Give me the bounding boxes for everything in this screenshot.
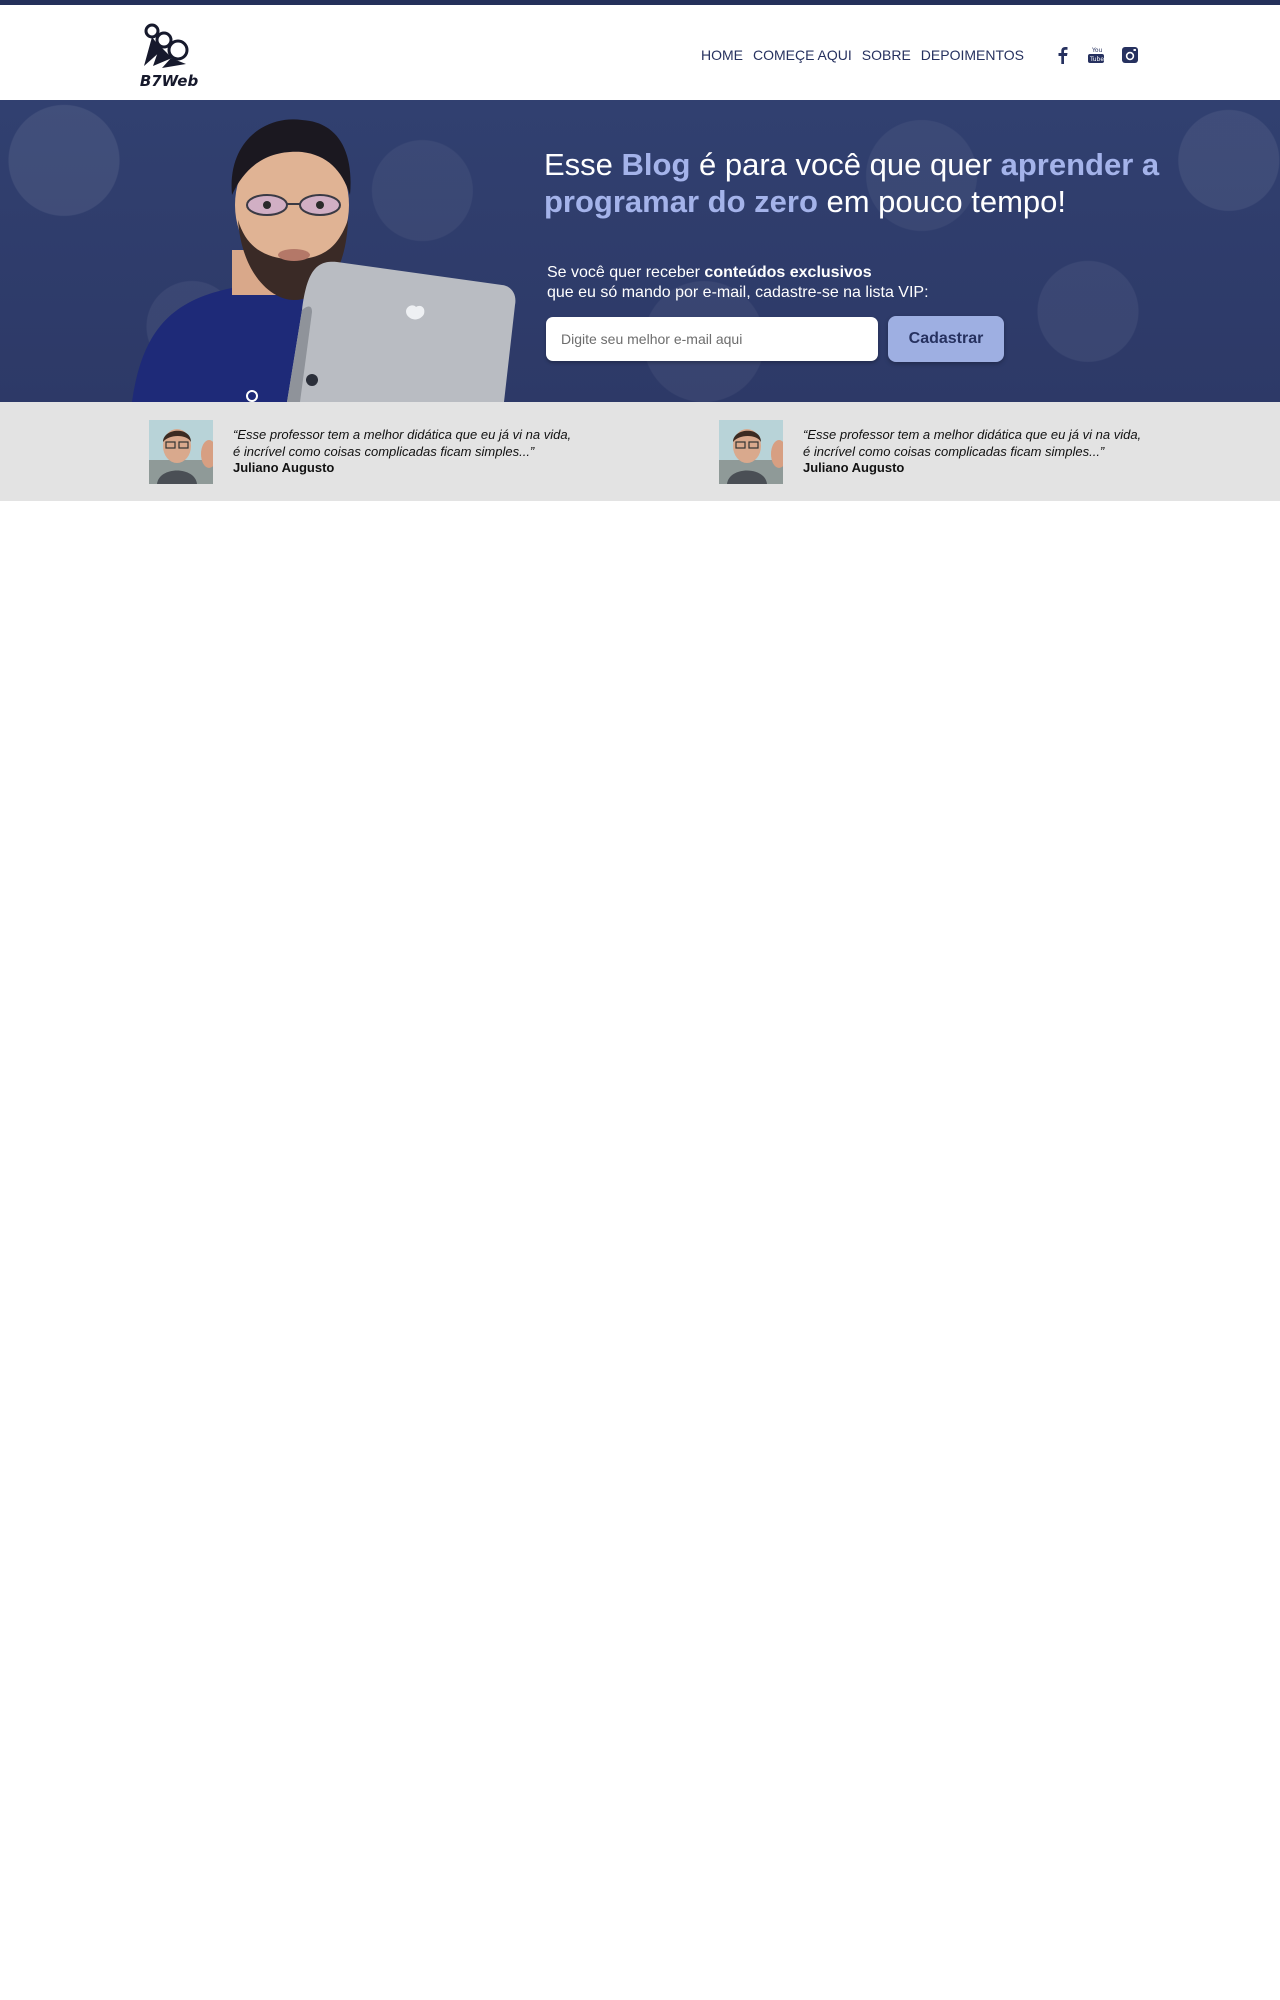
hero-headline: Esse Blog é para você que quer aprender … — [544, 146, 1164, 220]
facebook-icon[interactable] — [1052, 45, 1072, 65]
subtext-line1: Se você quer receber — [547, 264, 705, 281]
testimonial-item: “Esse professor tem a melhor didática qu… — [719, 420, 1179, 484]
quote-line2: é incrível como coisas complicadas ficam… — [233, 444, 535, 459]
headline-highlight-blog: Blog — [621, 147, 691, 182]
site-header: B7Web HOME COMEÇE AQUI SOBRE DEPOIMENTOS… — [0, 5, 1280, 100]
quote-line1: “Esse professor tem a melhor didática qu… — [803, 427, 1142, 442]
main-nav: HOME COMEÇE AQUI SOBRE DEPOIMENTOS You T… — [691, 45, 1140, 65]
logo-mark-icon — [144, 23, 189, 68]
youtube-icon[interactable]: You Tube — [1086, 45, 1106, 65]
subtext-line2: que eu só mando por e-mail, cadastre-se … — [547, 284, 929, 301]
hero-section: Esse Blog é para você que quer aprender … — [0, 100, 1280, 402]
subtext-bold: conteúdos exclusivos — [704, 264, 872, 281]
headline-text: Esse — [544, 147, 622, 182]
subscribe-button[interactable]: Cadastrar — [888, 316, 1004, 362]
svg-text:You: You — [1091, 47, 1103, 54]
quote-line2: é incrível como coisas complicadas ficam… — [803, 444, 1105, 459]
quote-line1: “Esse professor tem a melhor didática qu… — [233, 427, 572, 442]
hero-subtext: Se você quer receber conteúdos exclusivo… — [547, 263, 1147, 303]
logo[interactable]: B7Web — [138, 20, 200, 90]
testimonial-quote: “Esse professor tem a melhor didática qu… — [803, 426, 1183, 460]
testimonial-quote: “Esse professor tem a melhor didática qu… — [233, 426, 613, 460]
logo-text: B7Web — [139, 72, 199, 90]
testimonials-bar: “Esse professor tem a melhor didática qu… — [0, 402, 1280, 501]
headline-text: é para você que quer — [690, 147, 1001, 182]
instagram-icon[interactable] — [1120, 45, 1140, 65]
avatar — [149, 420, 213, 484]
email-input[interactable] — [546, 317, 878, 361]
nav-sobre[interactable]: SOBRE — [862, 47, 911, 63]
testimonial-author: Juliano Augusto — [233, 460, 335, 475]
nav-home[interactable]: HOME — [701, 47, 743, 63]
hero-person-image — [132, 100, 522, 402]
svg-text:Tube: Tube — [1089, 56, 1104, 63]
avatar — [719, 420, 783, 484]
testimonial-item: “Esse professor tem a melhor didática qu… — [149, 420, 609, 484]
nav-depoimentos[interactable]: DEPOIMENTOS — [921, 47, 1024, 63]
testimonial-author: Juliano Augusto — [803, 460, 905, 475]
nav-comece-aqui[interactable]: COMEÇE AQUI — [753, 47, 852, 63]
social-links: You Tube — [1038, 45, 1140, 65]
headline-text: em pouco tempo! — [817, 184, 1067, 219]
